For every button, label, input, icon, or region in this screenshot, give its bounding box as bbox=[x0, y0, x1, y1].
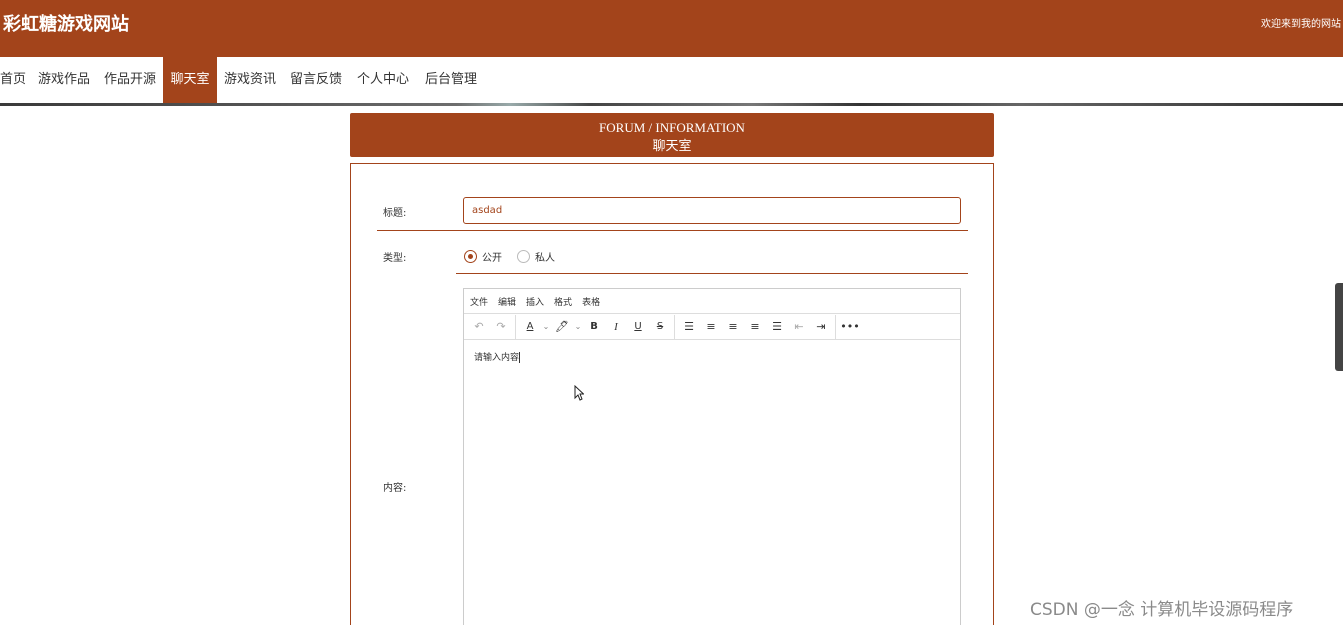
welcome-text: 欢迎来到我的网站 bbox=[1261, 19, 1341, 30]
highlight-icon[interactable]: 🖊︎ bbox=[551, 316, 573, 338]
editor-toolbar: ↶ ↷ A ⌄ 🖊︎ ⌄ B I U S ☰ ≡ ≡ ≡ ☰ ⇤ ⇥ ••• bbox=[464, 314, 960, 340]
nav-item-admin[interactable]: 后台管理 bbox=[425, 57, 477, 103]
section-header: FORUM / INFORMATION 聊天室 bbox=[350, 113, 994, 157]
more-icon[interactable]: ••• bbox=[839, 316, 861, 338]
toolbar-separator bbox=[674, 314, 675, 339]
nav-item-feedback[interactable]: 留言反馈 bbox=[290, 57, 342, 103]
menu-edit[interactable]: 编辑 bbox=[498, 295, 516, 308]
section-title-en: FORUM / INFORMATION bbox=[599, 120, 745, 135]
undo-icon[interactable]: ↶ bbox=[468, 316, 490, 338]
banner-strip bbox=[0, 103, 1343, 106]
bold-icon[interactable]: B bbox=[583, 316, 605, 338]
text-caret bbox=[519, 352, 521, 363]
watermark: CSDN @一念 计算机毕设源码程序 bbox=[1030, 600, 1294, 620]
type-label: 类型: bbox=[383, 253, 407, 264]
editor-content[interactable]: 请输入内容 bbox=[464, 340, 960, 373]
chevron-down-icon[interactable]: ⌄ bbox=[573, 316, 583, 338]
toolbar-separator bbox=[515, 314, 516, 339]
content-label: 内容: bbox=[383, 483, 407, 494]
post-form: 标题: 类型: 公开 私人 内容: 文件 编辑 插入 格式 表格 ↶ ↷ A ⌄… bbox=[350, 163, 994, 625]
radio-public-label: 公开 bbox=[482, 252, 502, 264]
rich-text-editor: 文件 编辑 插入 格式 表格 ↶ ↷ A ⌄ 🖊︎ ⌄ B I U S ☰ ≡ … bbox=[463, 288, 961, 625]
title-input[interactable] bbox=[463, 197, 961, 224]
menu-format[interactable]: 格式 bbox=[554, 295, 572, 308]
redo-icon[interactable]: ↷ bbox=[490, 316, 512, 338]
nav-item-chatroom[interactable]: 聊天室 bbox=[163, 57, 217, 103]
menu-table[interactable]: 表格 bbox=[582, 295, 600, 308]
main-nav: 首页 游戏作品 作品开源 聊天室 游戏资讯 留言反馈 个人中心 后台管理 bbox=[0, 57, 1343, 103]
radio-unchecked-icon[interactable] bbox=[517, 249, 530, 263]
section-title-cn: 聊天室 bbox=[652, 139, 692, 154]
nav-item-open-source[interactable]: 作品开源 bbox=[104, 57, 156, 103]
font-color-icon[interactable]: A bbox=[519, 316, 541, 338]
title-label: 标题: bbox=[383, 208, 407, 219]
list-icon[interactable]: ☰ bbox=[678, 316, 700, 338]
justify-icon[interactable]: ☰ bbox=[766, 316, 788, 338]
radio-public[interactable]: 公开 bbox=[464, 249, 502, 264]
strikethrough-icon[interactable]: S bbox=[649, 316, 671, 338]
toolbar-separator bbox=[835, 314, 836, 339]
italic-icon[interactable]: I bbox=[605, 316, 627, 338]
align-left-icon[interactable]: ≡ bbox=[700, 316, 722, 338]
editor-placeholder: 请输入内容 bbox=[474, 353, 520, 363]
site-title: 彩虹糖游戏网站 bbox=[3, 14, 129, 35]
outdent-icon[interactable]: ⇤ bbox=[788, 316, 810, 338]
nav-item-home[interactable]: 首页 bbox=[0, 57, 26, 103]
chevron-down-icon[interactable]: ⌄ bbox=[541, 316, 551, 338]
side-scroll-tab[interactable] bbox=[1335, 283, 1343, 371]
mouse-cursor-icon bbox=[574, 384, 585, 405]
nav-item-profile[interactable]: 个人中心 bbox=[357, 57, 409, 103]
align-right-icon[interactable]: ≡ bbox=[744, 316, 766, 338]
underline-icon[interactable]: U bbox=[627, 316, 649, 338]
align-center-icon[interactable]: ≡ bbox=[722, 316, 744, 338]
editor-menubar: 文件 编辑 插入 格式 表格 bbox=[464, 289, 960, 314]
menu-file[interactable]: 文件 bbox=[470, 295, 488, 308]
nav-item-games[interactable]: 游戏作品 bbox=[38, 57, 90, 103]
menu-insert[interactable]: 插入 bbox=[526, 295, 544, 308]
divider bbox=[456, 273, 968, 274]
radio-private-label: 私人 bbox=[535, 252, 555, 264]
radio-private[interactable]: 私人 bbox=[517, 249, 555, 264]
top-header: 彩虹糖游戏网站 欢迎来到我的网站 bbox=[0, 0, 1343, 57]
nav-item-news[interactable]: 游戏资讯 bbox=[224, 57, 276, 103]
divider bbox=[377, 230, 968, 231]
indent-icon[interactable]: ⇥ bbox=[810, 316, 832, 338]
radio-checked-icon[interactable] bbox=[464, 249, 477, 263]
